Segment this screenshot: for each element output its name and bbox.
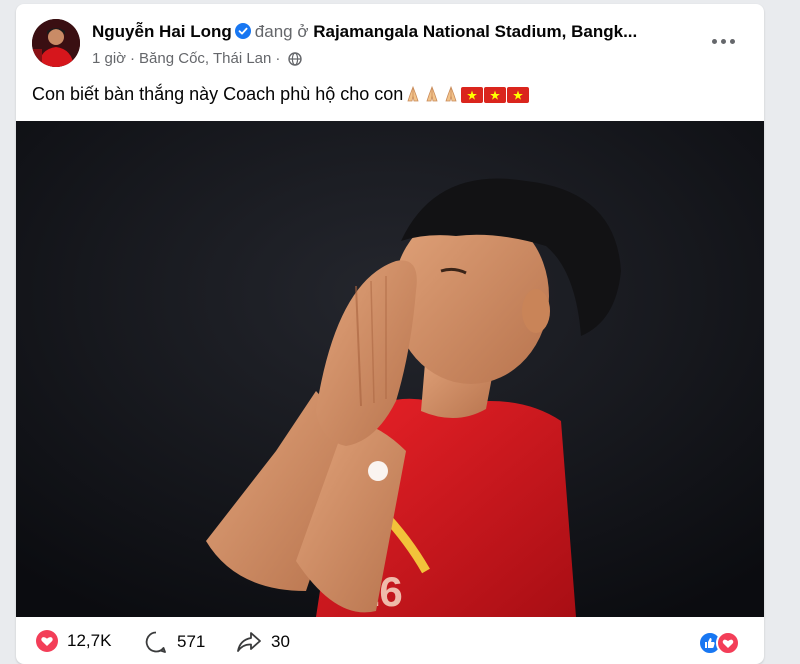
avatar-image	[32, 19, 80, 67]
more-options-button[interactable]	[706, 29, 740, 53]
reaction-summary[interactable]	[696, 631, 746, 655]
meta-separator: ·	[275, 50, 281, 67]
post-place[interactable]: Băng Cốc, Thái Lan	[139, 50, 271, 67]
photo-image: 16	[16, 121, 764, 617]
post-header: Nguyễn Hai Long đang ở Rajamangala Nation…	[16, 4, 764, 74]
more-dot	[720, 38, 726, 44]
folded-hands-icon	[423, 85, 441, 108]
love-icon	[716, 631, 740, 655]
folded-hands-icon	[442, 85, 460, 108]
post-caption: Con biết bàn thắng này Coach phù hộ cho …	[32, 84, 404, 104]
vietnam-flag-icon	[507, 87, 530, 108]
verified-badge-icon	[234, 23, 251, 44]
comments-count: 571	[177, 632, 206, 651]
checkin-location-link[interactable]: Rajamangala National Stadium, Bangk...	[313, 22, 637, 41]
heart-icon	[36, 630, 58, 652]
reactions-count: 12,7K	[67, 631, 112, 650]
share-button[interactable]: 30	[236, 630, 290, 654]
author-line: Nguyễn Hai Long đang ở Rajamangala Nation…	[92, 22, 702, 44]
post-footer: 12,7K 571 30	[16, 620, 764, 664]
post-card: Nguyễn Hai Long đang ở Rajamangala Nation…	[16, 4, 764, 664]
author-name[interactable]: Nguyễn Hai Long	[92, 22, 232, 41]
folded-hands-icon	[404, 85, 422, 108]
globe-icon[interactable]	[288, 52, 303, 70]
vietnam-flag-icon	[461, 87, 484, 108]
more-dot	[729, 38, 735, 44]
meta-separator: ·	[130, 50, 136, 67]
post-text: Con biết bàn thắng này Coach phù hộ cho …	[32, 84, 530, 108]
comments-button[interactable]: 571	[144, 630, 205, 654]
post-photo[interactable]: 16	[16, 121, 764, 617]
comment-icon	[145, 631, 166, 653]
checkin-at-text: đang ở	[254, 22, 309, 41]
vietnam-flag-icon	[484, 87, 507, 108]
reactions-button[interactable]: 12,7K	[36, 630, 111, 652]
share-arrow-icon	[237, 632, 261, 652]
shares-count: 30	[271, 632, 290, 651]
author-avatar[interactable]	[32, 19, 80, 67]
more-dot	[711, 38, 717, 44]
post-meta: 1 giờ · Băng Cốc, Thái Lan ·	[92, 50, 303, 70]
post-timestamp[interactable]: 1 giờ	[92, 50, 126, 67]
